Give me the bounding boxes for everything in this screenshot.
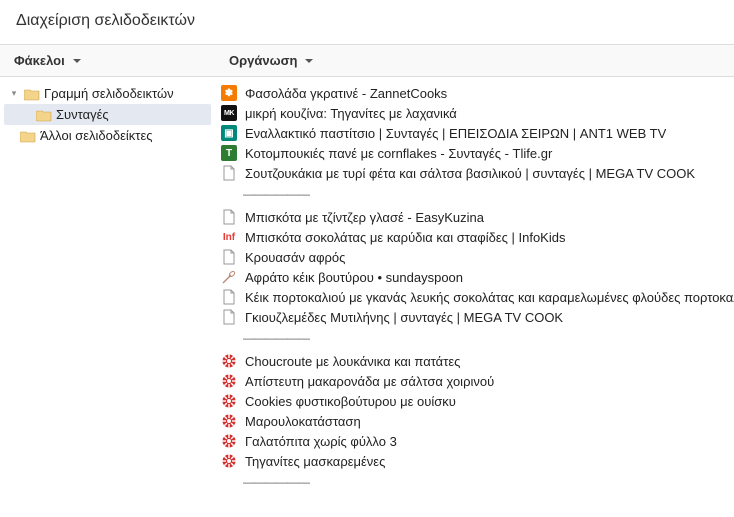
folders-menu-label: Φάκελοι (14, 53, 65, 68)
bookmark-item[interactable]: Cookies φυστικοβούτυρου με ουίσκυ (219, 391, 728, 411)
bookmark-item[interactable]: Choucroute με λουκάνικα και πατάτες (219, 351, 728, 371)
bookmark-label: Φασολάδα γκρατινέ - ZannetCooks (245, 86, 447, 101)
bookmark-item[interactable]: Σουτζουκάκια με τυρί φέτα και σάλτσα βασ… (219, 163, 728, 183)
chevron-down-icon (305, 59, 313, 63)
bookmark-item[interactable]: ▣ Εναλλακτικό παστίτσιο | Συνταγές | ΕΠΕΙ… (219, 123, 728, 143)
favicon: ✽ (221, 85, 237, 101)
bookmark-label: μικρή κουζίνα: Τηγανίτες με λαχανικά (245, 106, 457, 121)
whisk-icon (221, 269, 237, 285)
bookmark-label: Σουτζουκάκια με τυρί φέτα και σάλτσα βασ… (245, 166, 695, 181)
favicon (221, 393, 237, 409)
bookmark-label: Μπισκότα σοκολάτας με καρύδια και σταφίδ… (245, 230, 565, 245)
bookmark-label: Μαρουλοκατάσταση (245, 414, 361, 429)
organize-menu-label: Οργάνωση (229, 53, 297, 68)
tree-item-bookmarks-bar[interactable]: ▾ Γραμμή σελιδοδεικτών (4, 83, 211, 104)
bookmark-label: Cookies φυστικοβούτυρου με ουίσκυ (245, 394, 456, 409)
tree-item-recipes[interactable]: Συνταγές (4, 104, 211, 125)
favicon (221, 453, 237, 469)
bookmark-item[interactable]: Γαλατόπιτα χωρίς φύλλο 3 (219, 431, 728, 451)
bookmark-label: Κοτομπουκιές πανέ με cornflakes - Συνταγ… (245, 146, 552, 161)
bookmark-item[interactable]: T Κοτομπουκιές πανέ με cornflakes - Συντα… (219, 143, 728, 163)
bookmark-item[interactable]: Inf Μπισκότα σοκολάτας με καρύδια και στα… (219, 227, 728, 247)
favicon: ΜΚ (221, 105, 237, 121)
folders-menu[interactable]: Φάκελοι (0, 45, 215, 76)
bookmark-label: Αφράτο κέικ βουτύρου • sundayspoon (245, 270, 463, 285)
bookmark-label: Γαλατόπιτα χωρίς φύλλο 3 (245, 434, 397, 449)
bookmark-item[interactable]: ΜΚ μικρή κουζίνα: Τηγανίτες με λαχανικά (219, 103, 728, 123)
page-icon (221, 309, 237, 325)
organize-menu[interactable]: Οργάνωση (215, 45, 734, 76)
bookmark-label: Κέικ πορτοκαλιού με γκανάς λευκής σοκολά… (245, 290, 734, 305)
chevron-down-icon (73, 59, 81, 63)
toolbar: Φάκελοι Οργάνωση (0, 45, 734, 77)
bookmark-label: Choucroute με λουκάνικα και πατάτες (245, 354, 460, 369)
bookmark-item[interactable]: Μαρουλοκατάσταση (219, 411, 728, 431)
favicon: Inf (221, 229, 237, 245)
bookmark-item[interactable]: ✽ Φασολάδα γκρατινέ - ZannetCooks (219, 83, 728, 103)
bookmark-item[interactable]: Κέικ πορτοκαλιού με γκανάς λευκής σοκολά… (219, 287, 728, 307)
favicon: T (221, 145, 237, 161)
bookmark-label: Μπισκότα με τζίντζερ γλασέ - EasyKuzina (245, 210, 484, 225)
bookmark-list: ✽ Φασολάδα γκρατινέ - ZannetCooks ΜΚ μικρή … (215, 77, 734, 514)
bookmark-item[interactable]: Μπισκότα με τζίντζερ γλασέ - EasyKuzina (219, 207, 728, 227)
tree-item-other-bookmarks[interactable]: Άλλοι σελιδοδείκτες (4, 125, 211, 146)
page-icon (221, 165, 237, 181)
tree-item-label: Άλλοι σελιδοδείκτες (40, 128, 153, 143)
separator: —————— (243, 331, 728, 345)
folder-icon (24, 87, 40, 101)
favicon: ▣ (221, 125, 237, 141)
bookmark-item[interactable]: Αφράτο κέικ βουτύρου • sundayspoon (219, 267, 728, 287)
bookmark-label: Εναλλακτικό παστίτσιο | Συνταγές | ΕΠΕΙΣ… (245, 126, 666, 141)
page-icon (221, 289, 237, 305)
bookmark-item[interactable]: Τηγανίτες μασκαρεμένες (219, 451, 728, 471)
folder-icon (20, 129, 36, 143)
favicon (221, 413, 237, 429)
favicon (221, 373, 237, 389)
bookmark-item[interactable]: Κρουασάν αφρός (219, 247, 728, 267)
twisty-open-icon[interactable]: ▾ (8, 88, 20, 99)
favicon (221, 353, 237, 369)
page-title: Διαχείριση σελιδοδεικτών (0, 0, 734, 44)
folder-icon (36, 108, 52, 122)
bookmark-label: Κρουασάν αφρός (245, 250, 345, 265)
separator: —————— (243, 475, 728, 489)
page-icon (221, 249, 237, 265)
tree-item-label: Γραμμή σελιδοδεικτών (44, 86, 174, 101)
bookmark-item[interactable]: Απίστευτη μακαρονάδα με σάλτσα χοιρινού (219, 371, 728, 391)
page-icon (221, 209, 237, 225)
tree-item-label: Συνταγές (56, 107, 109, 122)
favicon (221, 433, 237, 449)
folder-tree: ▾ Γραμμή σελιδοδεικτών Συνταγές Άλλοι σε… (0, 77, 215, 514)
bookmark-label: Τηγανίτες μασκαρεμένες (245, 454, 385, 469)
bookmark-label: Απίστευτη μακαρονάδα με σάλτσα χοιρινού (245, 374, 494, 389)
bookmark-label: Γκιουζλεμέδες Μυτιλήνης | συνταγές | MEG… (245, 310, 563, 325)
bookmark-item[interactable]: Γκιουζλεμέδες Μυτιλήνης | συνταγές | MEG… (219, 307, 728, 327)
separator: —————— (243, 187, 728, 201)
